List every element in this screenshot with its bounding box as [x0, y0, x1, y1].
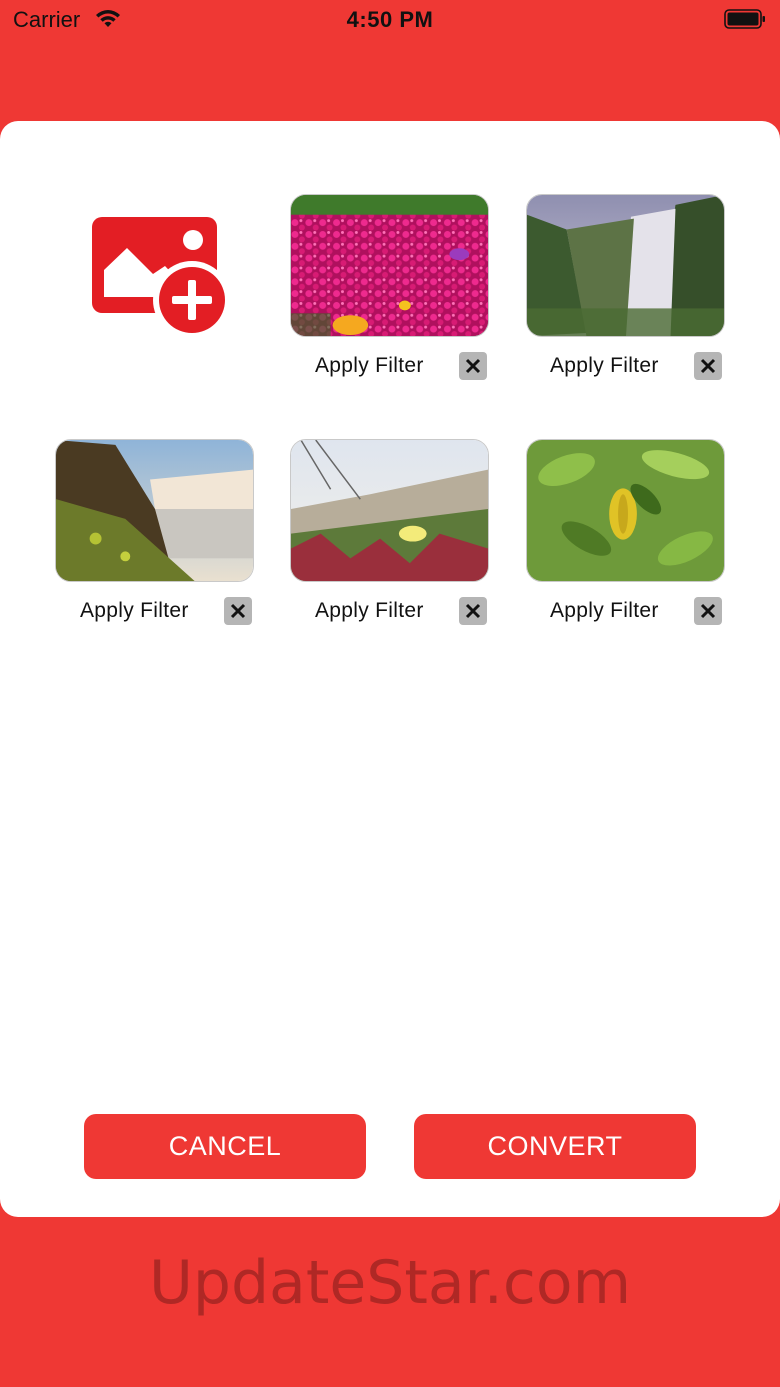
close-icon [465, 603, 481, 619]
watermark: UpdateStar.com [148, 1248, 632, 1318]
remove-image-button[interactable] [694, 352, 722, 380]
close-icon [465, 358, 481, 374]
status-bar: Carrier 4:50 PM [0, 0, 780, 40]
remove-image-button[interactable] [459, 597, 487, 625]
apply-filter-button[interactable]: Apply Filter [550, 599, 659, 623]
close-icon [230, 603, 246, 619]
apply-filter-button[interactable]: Apply Filter [550, 354, 659, 378]
remove-image-button[interactable] [224, 597, 252, 625]
apply-filter-button[interactable]: Apply Filter [315, 599, 424, 623]
image-thumbnail-flowers[interactable] [290, 194, 489, 337]
close-icon [700, 603, 716, 619]
cancel-button[interactable]: CANCEL [84, 1114, 366, 1179]
apply-filter-button[interactable]: Apply Filter [315, 354, 424, 378]
image-thumbnail-ice-plant[interactable] [290, 439, 489, 582]
image-thumbnail-coast[interactable] [55, 439, 254, 582]
clock: 4:50 PM [346, 7, 434, 32]
add-photo-button[interactable] [89, 212, 231, 340]
remove-image-button[interactable] [694, 597, 722, 625]
remove-image-button[interactable] [459, 352, 487, 380]
close-icon [700, 358, 716, 374]
add-photo-icon [92, 217, 231, 339]
image-thumbnail-waterfall[interactable] [526, 194, 725, 337]
battery-icon [724, 9, 765, 29]
apply-filter-button[interactable]: Apply Filter [80, 599, 189, 623]
image-thumbnail-leaves[interactable] [526, 439, 725, 582]
convert-button[interactable]: CONVERT [414, 1114, 696, 1179]
